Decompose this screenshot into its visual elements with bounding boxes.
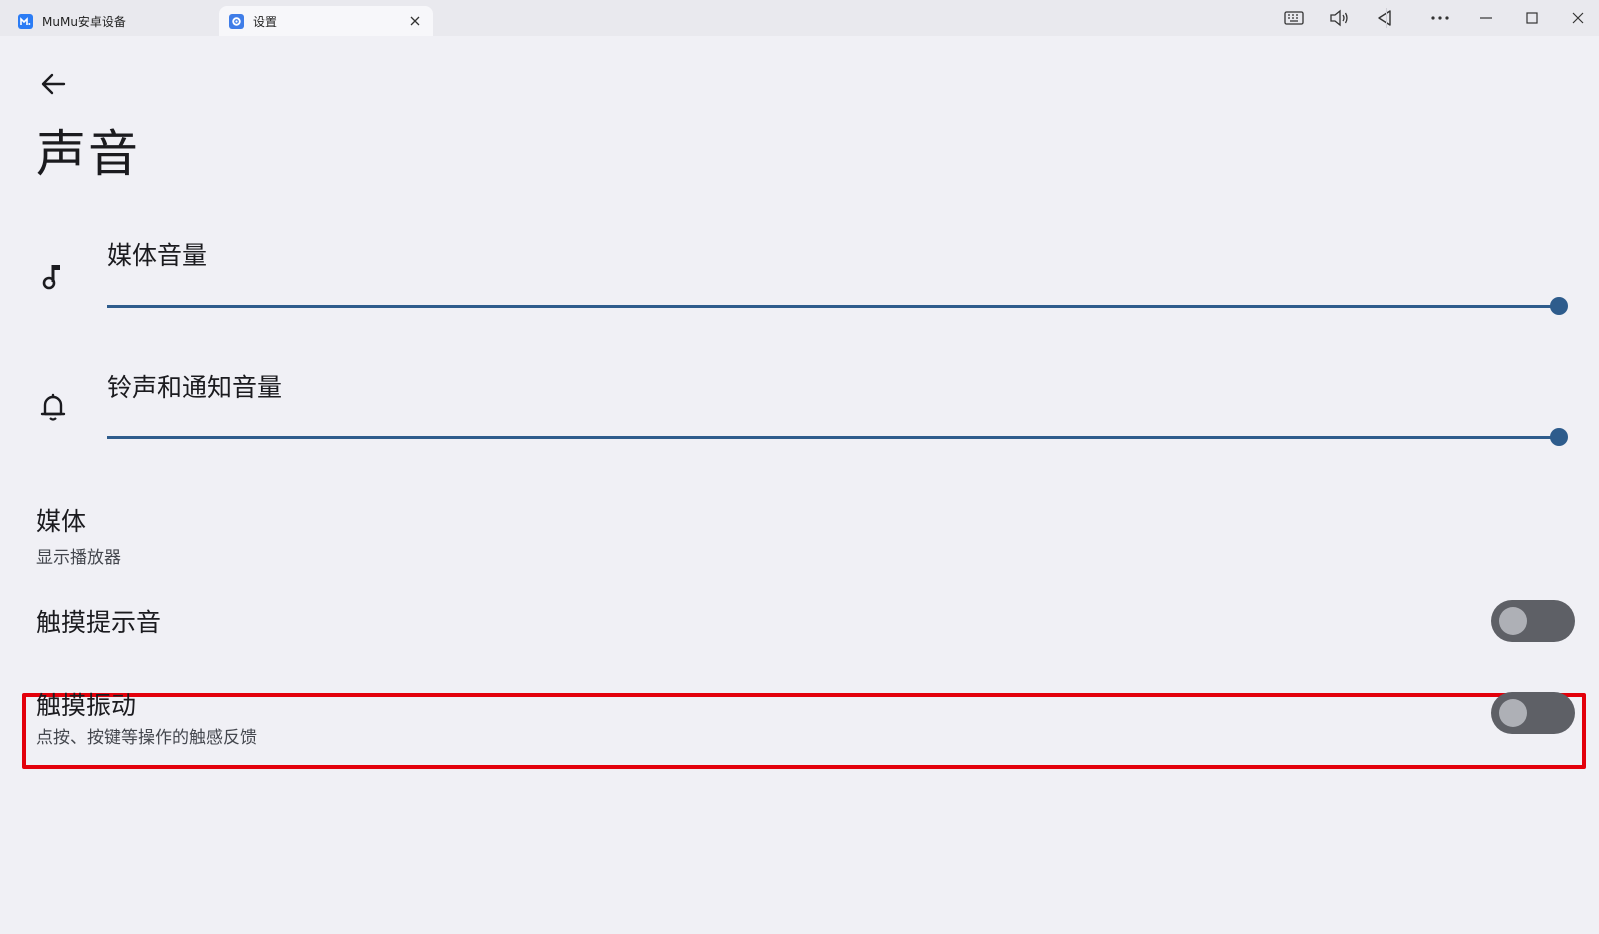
window-title-bar: MuMu安卓设备 设置 (0, 0, 1599, 36)
close-icon[interactable] (1564, 4, 1592, 32)
slider-fill (107, 436, 1559, 439)
maximize-icon[interactable] (1518, 4, 1546, 32)
ring-volume-slider[interactable] (107, 428, 1568, 446)
toolbar-divider (1386, 8, 1387, 28)
tab-close-icon[interactable] (407, 13, 423, 29)
touch-sound-title: 触摸提示音 (36, 608, 162, 637)
tab-settings[interactable]: 设置 (219, 6, 433, 36)
toggle-knob (1499, 607, 1527, 635)
settings-gear-icon (229, 13, 244, 29)
page-title: 声音 (36, 125, 140, 183)
settings-content: 声音 媒体音量 铃声和通知音量 媒体 显示播放器 触摸提示音 触摸振动 点按、按… (0, 36, 1599, 934)
music-note-icon (38, 261, 68, 291)
keyboard-icon[interactable] (1280, 4, 1308, 32)
media-volume-label: 媒体音量 (107, 241, 208, 270)
minimize-icon[interactable] (1472, 4, 1500, 32)
slider-fill (107, 305, 1559, 308)
media-setting-subtitle: 显示播放器 (36, 548, 121, 568)
touch-vibration-subtitle: 点按、按键等操作的触感反馈 (36, 728, 257, 748)
slider-thumb[interactable] (1550, 428, 1568, 446)
tab-mumu-device[interactable]: MuMu安卓设备 (8, 6, 213, 36)
ring-volume-label: 铃声和通知音量 (107, 373, 283, 402)
back-triangle-icon[interactable] (1370, 4, 1398, 32)
touch-vibration-toggle[interactable] (1491, 692, 1575, 734)
touch-sound-toggle[interactable] (1491, 600, 1575, 642)
tab-label: MuMu安卓设备 (42, 14, 126, 29)
touch-vibration-title: 触摸振动 (36, 691, 137, 720)
bell-icon (38, 392, 68, 422)
media-setting-title: 媒体 (36, 507, 87, 536)
tab-label: 设置 (253, 14, 278, 29)
volume-icon[interactable] (1325, 4, 1353, 32)
media-volume-row: 媒体音量 (0, 216, 1599, 336)
slider-thumb[interactable] (1550, 297, 1568, 315)
back-arrow-icon[interactable] (33, 66, 73, 102)
media-volume-slider[interactable] (107, 297, 1568, 315)
mumu-logo-icon (18, 13, 33, 29)
ring-volume-row: 铃声和通知音量 (0, 348, 1599, 468)
more-icon[interactable] (1426, 4, 1454, 32)
toggle-knob (1499, 699, 1527, 727)
